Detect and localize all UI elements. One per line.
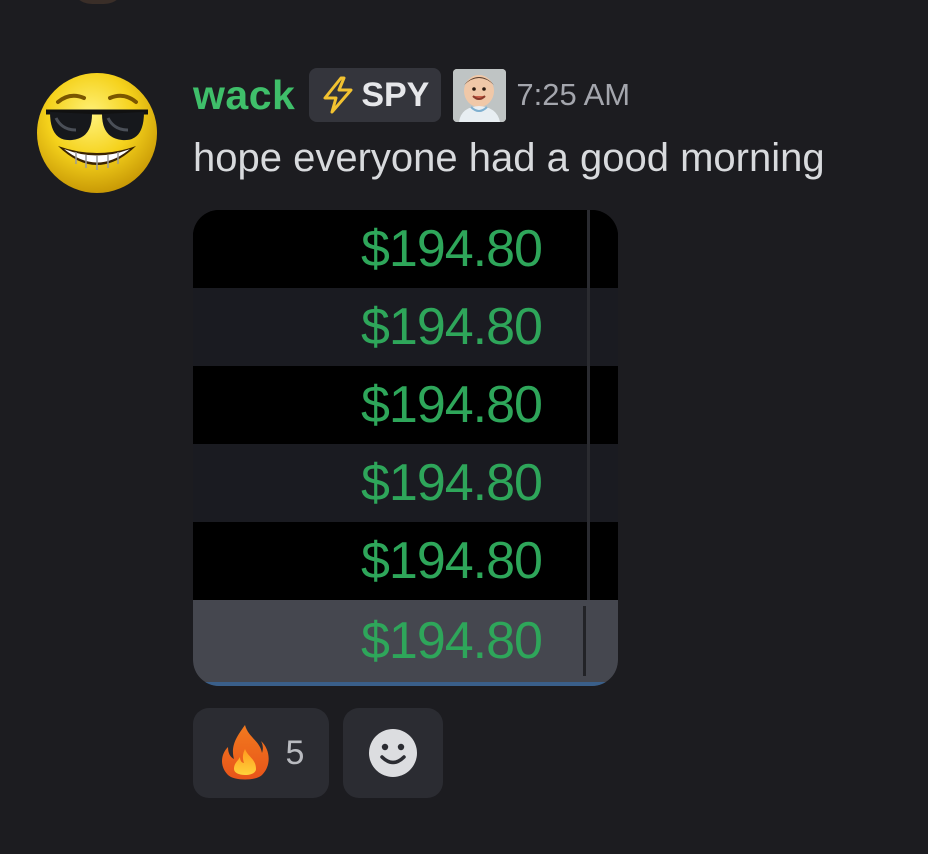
text-cursor: [583, 606, 586, 676]
server-tag[interactable]: SPY: [309, 68, 442, 122]
price-row-selected: $194.80: [193, 600, 618, 686]
price-row: $194.80: [193, 366, 618, 444]
price-value: $194.80: [361, 298, 543, 356]
previous-message-avatar[interactable]: [70, 0, 126, 4]
column-divider: [587, 210, 590, 288]
price-value: $194.80: [361, 220, 543, 278]
reaction-fire[interactable]: 5: [193, 708, 329, 798]
image-bottom-edge: [193, 682, 618, 686]
add-reaction-button[interactable]: [343, 708, 443, 798]
price-value: $194.80: [361, 376, 543, 434]
add-reaction-smiley-icon: [369, 729, 417, 777]
price-value: $194.80: [361, 532, 543, 590]
reaction-count: 5: [285, 733, 305, 772]
role-icon[interactable]: [453, 68, 507, 122]
username[interactable]: wack: [193, 72, 295, 119]
column-divider: [587, 366, 590, 444]
price-value: $194.80: [361, 454, 543, 512]
sunglasses-smiley-icon: [37, 73, 157, 193]
price-row: $194.80: [193, 288, 618, 366]
baby-photo-icon: [453, 68, 507, 122]
column-divider: [587, 288, 590, 366]
column-divider: [587, 444, 590, 522]
fire-icon: [221, 725, 269, 780]
lightning-icon: [323, 76, 353, 114]
user-avatar[interactable]: [36, 72, 158, 194]
reactions-bar: 5: [193, 708, 443, 798]
price-row: $194.80: [193, 522, 618, 600]
price-row: $194.80: [193, 210, 618, 288]
chat-view: wack SPY 7:25 AM hope everyone had a goo…: [0, 0, 928, 854]
timestamp: 7:25 AM: [516, 77, 631, 112]
price-row: $194.80: [193, 444, 618, 522]
server-tag-label: SPY: [361, 75, 430, 114]
price-value: $194.80: [361, 612, 543, 670]
message-header: wack SPY 7:25 AM: [193, 66, 630, 124]
message-text: hope everyone had a good morning: [193, 136, 825, 180]
column-divider: [587, 522, 590, 600]
image-attachment[interactable]: $194.80 $194.80 $194.80 $194.80 $194.80 …: [193, 210, 618, 686]
